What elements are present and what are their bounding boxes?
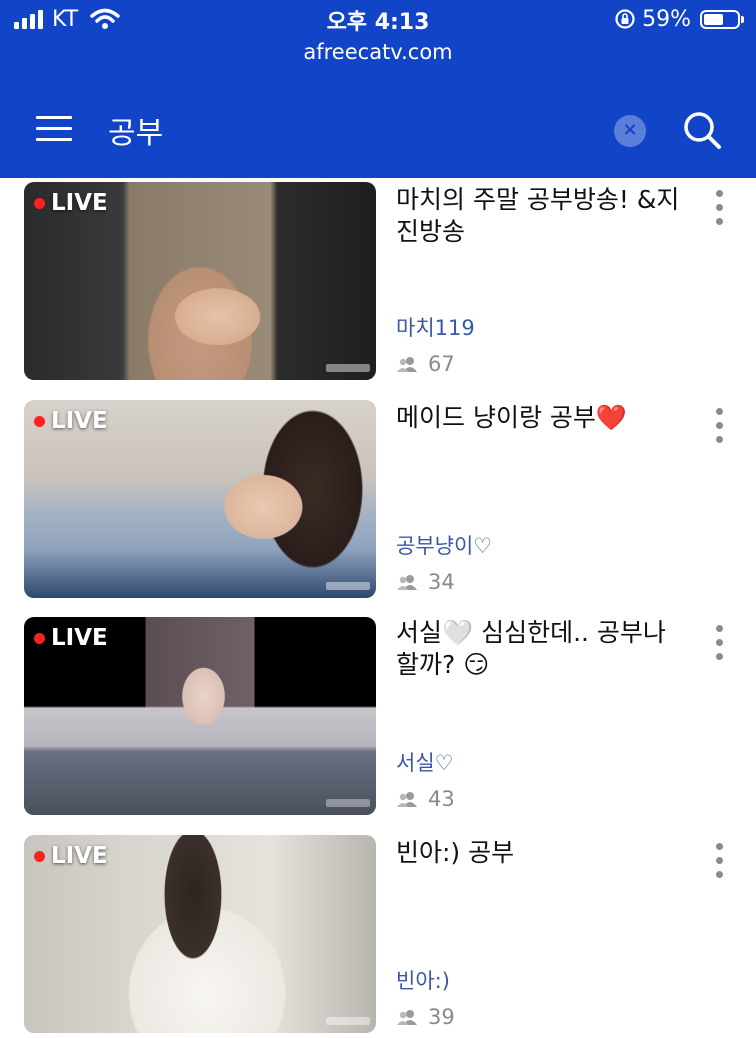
broadcast-title[interactable]: 빈아:) 공부 [396,837,696,869]
battery-percent: 59% [642,6,691,32]
viewers-icon [397,575,417,590]
live-badge: LIVE [34,843,108,869]
broadcast-title[interactable]: 마치의 주말 공부방송! &지진방송 [396,184,696,248]
live-label: LIVE [51,408,108,434]
thumbnail[interactable]: LIVE [24,400,376,598]
streamer-name[interactable]: 빈아:) [396,965,450,995]
list-item[interactable]: LIVE 메이드 냥이랑 공부❤️ 공부냥이♡ 34 [0,400,756,600]
list-item[interactable]: LIVE 빈아:) 공부 빈아:) 39 [0,835,756,1035]
viewers-icon [397,357,417,372]
afreecatv-watermark-icon [326,582,370,590]
viewer-count-value: 34 [428,570,455,594]
more-options-button[interactable] [710,625,728,665]
address-bar-url[interactable]: afreecatv.com [0,40,756,64]
afreecatv-watermark-icon [326,1017,370,1025]
streamer-name[interactable]: 공부냥이♡ [396,530,492,560]
broadcast-title[interactable]: 서실🤍 심심한데.. 공부나 할까? 😏 [396,617,696,681]
viewers-icon [397,1010,417,1025]
more-options-button[interactable] [710,408,728,448]
live-dot-icon [34,415,45,427]
viewer-count-value: 39 [428,1005,455,1029]
more-options-button[interactable] [710,190,728,230]
afreecatv-watermark-icon [326,799,370,807]
more-options-button[interactable] [710,843,728,883]
status-bar: KT 오후 4:13 59% afreecatv.com [0,0,756,82]
search-query[interactable]: 공부 [108,108,163,152]
clear-search-button[interactable]: × [614,115,646,147]
viewers-icon [397,792,417,807]
live-badge: LIVE [34,190,108,216]
search-icon[interactable] [682,110,722,150]
viewer-count: 39 [396,1005,455,1029]
live-badge: LIVE [34,625,108,651]
battery-icon [700,9,744,29]
viewer-count-value: 43 [428,787,455,811]
live-dot-icon [34,632,45,644]
thumbnail[interactable]: LIVE [24,835,376,1033]
thumbnail[interactable]: LIVE [24,617,376,815]
streamer-name[interactable]: 마치119 [396,312,475,342]
viewer-count: 67 [396,352,455,376]
live-dot-icon [34,197,45,209]
viewer-count: 43 [396,787,455,811]
live-badge: LIVE [34,408,108,434]
live-label: LIVE [51,843,108,869]
afreecatv-watermark-icon [326,364,370,372]
broadcast-title[interactable]: 메이드 냥이랑 공부❤️ [396,402,696,434]
list-item[interactable]: LIVE 마치의 주말 공부방송! &지진방송 마치119 67 [0,182,756,382]
streamer-name[interactable]: 서실♡ [396,747,453,777]
viewer-count: 34 [396,570,455,594]
orientation-lock-icon [615,9,635,29]
list-item[interactable]: LIVE 서실🤍 심심한데.. 공부나 할까? 😏 서실♡ 43 [0,617,756,817]
menu-icon[interactable] [36,116,72,144]
status-right: 59% [614,5,744,33]
live-label: LIVE [51,625,108,651]
live-label: LIVE [51,190,108,216]
live-dot-icon [34,850,45,862]
viewer-count-value: 67 [428,352,455,376]
thumbnail[interactable]: LIVE [24,182,376,380]
app-header: 공부 × [0,82,756,178]
